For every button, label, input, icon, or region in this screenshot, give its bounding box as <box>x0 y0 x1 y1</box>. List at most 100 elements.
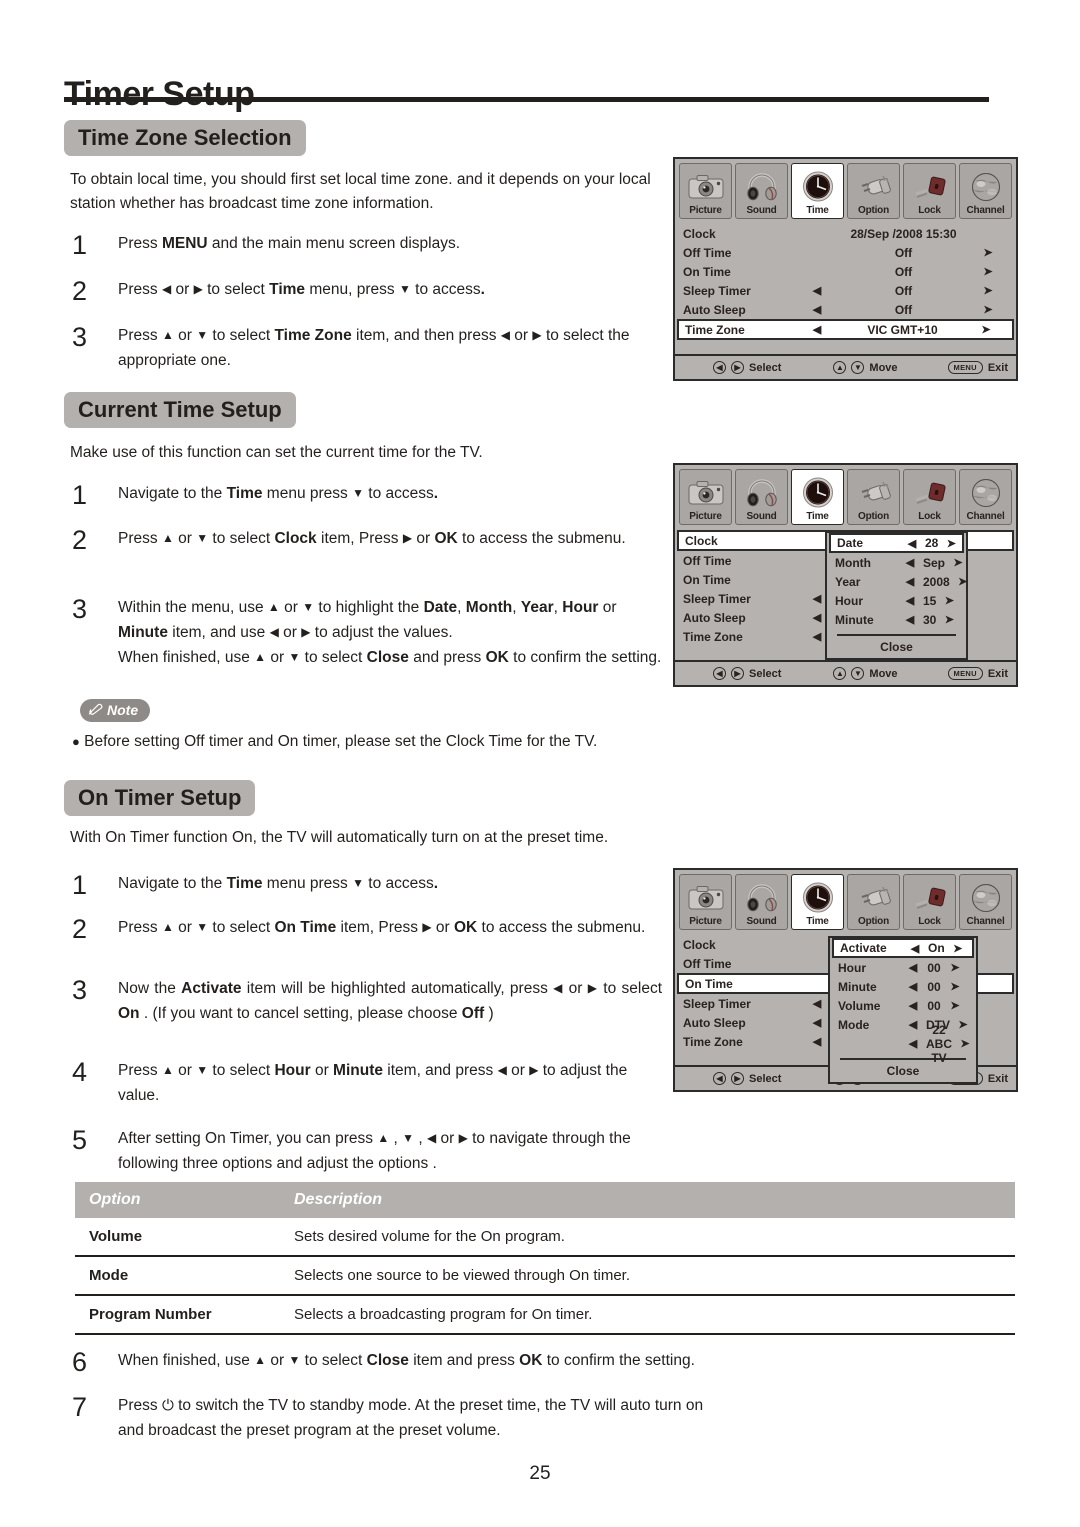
bullet-icon: ● <box>72 734 80 749</box>
submenu-row-minute[interactable]: Minute ◀ 00 ➤ <box>830 977 976 996</box>
submenu-row-date[interactable]: Date ◀ 28 ➤ <box>829 533 964 553</box>
osd-tab-lock[interactable]: Lock <box>903 874 956 930</box>
table-row: Volume Sets desired volume for the On pro… <box>75 1218 1015 1257</box>
left-arrow-icon[interactable]: ◀ <box>795 323 839 336</box>
headphones-icon <box>736 474 787 511</box>
right-arrow-icon[interactable]: ➤ <box>952 1037 978 1050</box>
pen-icon <box>88 702 103 718</box>
intro-on-timer: With On Timer function On, the TV will a… <box>70 829 609 846</box>
title-divider <box>64 97 989 102</box>
osd-tab-row: Picture Sound Time Option Lock Channel <box>675 159 1016 219</box>
submenu-row-value: 00 <box>927 960 941 975</box>
osd-tab-channel[interactable]: Channel <box>959 874 1012 930</box>
key-icon: ▲ <box>833 361 847 374</box>
osd-row-auto-sleep[interactable]: Auto Sleep ◀ Off ➤ <box>675 300 1016 319</box>
right-arrow-icon[interactable]: ➤ <box>945 556 971 569</box>
submenu-row-label: Activate <box>840 941 887 955</box>
left-arrow-icon[interactable]: ◀ <box>899 537 925 550</box>
osd-tab-sound[interactable]: Sound <box>735 163 788 219</box>
submenu-row-value: 00 <box>927 998 941 1013</box>
osd-tab-channel[interactable]: Channel <box>959 163 1012 219</box>
osd-row-off-time[interactable]: Off Time Off ➤ <box>675 243 1016 262</box>
osd-row-sleep-timer[interactable]: Sleep Timer ◀ Off ➤ <box>675 281 1016 300</box>
right-arrow-icon[interactable]: ➤ <box>968 303 1008 316</box>
submenu-row-label: Mode <box>838 1017 870 1032</box>
submenu-row-label: Date <box>837 536 864 550</box>
osd-tab-label: Time <box>806 916 829 927</box>
osd-tab-label: Picture <box>689 916 722 927</box>
right-arrow-icon[interactable]: ➤ <box>966 323 1006 336</box>
right-arrow-icon[interactable]: ➤ <box>950 1018 976 1031</box>
left-arrow-icon[interactable]: ◀ <box>795 303 839 316</box>
plug-icon <box>848 474 899 511</box>
plug-icon <box>848 879 899 916</box>
submenu-close-button[interactable]: Close <box>830 1063 976 1082</box>
osd-tab-time[interactable]: Time <box>791 874 844 930</box>
osd-row-clock[interactable]: Clock 28/Sep /2008 15:30 <box>675 224 1016 243</box>
right-arrow-icon[interactable]: ➤ <box>968 265 1008 278</box>
osd-tab-label: Channel <box>966 205 1005 216</box>
left-arrow-icon[interactable]: ◀ <box>897 594 923 607</box>
osd-tab-option[interactable]: Option <box>847 469 900 525</box>
osd-tab-option[interactable]: Option <box>847 163 900 219</box>
right-arrow-icon[interactable]: ➤ <box>936 594 962 607</box>
osd-tab-sound[interactable]: Sound <box>735 469 788 525</box>
submenu-row-hour[interactable]: Hour ◀ 15 ➤ <box>827 591 966 610</box>
left-arrow-icon[interactable]: ◀ <box>900 1037 926 1050</box>
osd-tab-picture[interactable]: Picture <box>679 874 732 930</box>
submenu-row-volume[interactable]: Volume ◀ 00 ➤ <box>830 996 976 1015</box>
osd-tab-option[interactable]: Option <box>847 874 900 930</box>
step-tz-1: 1 Press MENU and the main menu screen di… <box>72 231 672 259</box>
osd-tab-channel[interactable]: Channel <box>959 469 1012 525</box>
submenu-row-hour[interactable]: Hour ◀ 00 ➤ <box>830 958 976 977</box>
submenu-row-minute[interactable]: Minute ◀ 30 ➤ <box>827 610 966 629</box>
right-arrow-icon[interactable]: ➤ <box>968 246 1008 259</box>
submenu-row-year[interactable]: Year ◀ 2008 ➤ <box>827 572 967 591</box>
submenu-row-month[interactable]: Month ◀ Sep ➤ <box>827 553 966 572</box>
osd-tab-picture[interactable]: Picture <box>679 163 732 219</box>
right-arrow-icon[interactable]: ➤ <box>938 537 964 550</box>
osd-tab-lock[interactable]: Lock <box>903 163 956 219</box>
right-arrow-icon[interactable]: ➤ <box>968 284 1008 297</box>
osd-row-label: Off Time <box>683 245 732 260</box>
submenu-row-activate[interactable]: Activate ◀ On ➤ <box>832 938 974 958</box>
submenu-row-mode[interactable]: Mode ◀ DTV ➤ <box>830 1015 976 1034</box>
osd-footer-label: Select <box>749 667 782 680</box>
osd-tab-picture[interactable]: Picture <box>679 469 732 525</box>
heading-current-time-setup: Current Time Setup <box>64 392 296 429</box>
right-arrow-icon[interactable]: ➤ <box>942 961 968 974</box>
right-arrow-icon[interactable]: ➤ <box>942 980 968 993</box>
left-arrow-icon[interactable]: ◀ <box>897 575 923 588</box>
step-text: Within the menu, use ▲ or ▼ to highlight… <box>118 599 662 667</box>
osd-tab-sound[interactable]: Sound <box>735 874 788 930</box>
step-number: 4 <box>72 1057 88 1087</box>
submenu-row-label: Hour <box>835 593 863 608</box>
right-arrow-icon[interactable]: ➤ <box>936 613 962 626</box>
submenu-row-22-abc-tv[interactable]: ◀ 22 ABC TV ➤ <box>830 1023 978 1065</box>
camera-icon <box>680 168 731 205</box>
left-arrow-icon[interactable]: ◀ <box>900 999 926 1012</box>
right-arrow-icon[interactable]: ➤ <box>945 942 971 955</box>
left-arrow-icon[interactable]: ◀ <box>900 961 926 974</box>
submenu-close-button[interactable]: Close <box>827 639 966 658</box>
osd-footer-hint-move: ▲ ▼ Move <box>833 361 898 374</box>
osd-row-time-zone[interactable]: Time Zone ◀ VIC GMT+10 ➤ <box>677 319 1014 340</box>
osd-tab-lock[interactable]: Lock <box>903 469 956 525</box>
left-arrow-icon[interactable]: ◀ <box>902 942 928 955</box>
left-arrow-icon[interactable]: ◀ <box>897 613 923 626</box>
menu-key-icon: MENU <box>947 361 983 374</box>
osd-tab-time[interactable]: Time <box>791 469 844 525</box>
osd-screenshot-on-time-submenu: Picture Sound Time Option Lock Channel C… <box>673 868 1018 1092</box>
right-arrow-icon[interactable]: ➤ <box>950 575 976 588</box>
osd-tab-time[interactable]: Time <box>791 163 844 219</box>
left-arrow-icon[interactable]: ◀ <box>900 980 926 993</box>
note-label: Note <box>107 702 139 718</box>
submenu-row-value: 2008 <box>923 574 950 589</box>
left-arrow-icon[interactable]: ◀ <box>795 284 839 297</box>
osd-row-label: On Time <box>683 264 731 279</box>
right-arrow-icon[interactable]: ➤ <box>942 999 968 1012</box>
left-arrow-icon[interactable]: ◀ <box>900 1018 926 1031</box>
step-ot-3: 3 Now the Activate item will be highligh… <box>72 976 662 1026</box>
left-arrow-icon[interactable]: ◀ <box>897 556 923 569</box>
osd-row-on-time[interactable]: On Time Off ➤ <box>675 262 1016 281</box>
